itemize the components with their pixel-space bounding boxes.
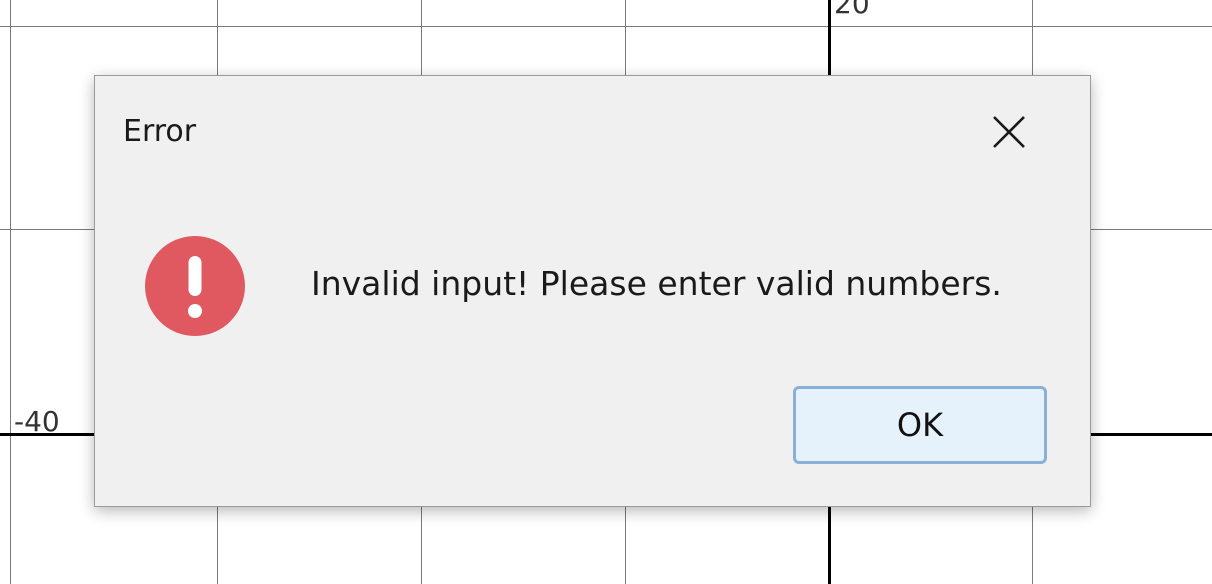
grid-line	[10, 0, 11, 584]
close-button[interactable]	[969, 92, 1049, 172]
ok-button-label: OK	[896, 406, 944, 444]
error-message: Invalid input! Please enter valid number…	[311, 264, 1002, 303]
x-tick-label: -40	[14, 405, 60, 438]
grid-line	[0, 26, 1212, 27]
error-exclamation-icon	[145, 236, 245, 336]
y-tick-label: 20	[834, 0, 870, 20]
close-icon	[993, 116, 1025, 148]
ok-button[interactable]: OK	[793, 386, 1047, 464]
error-dialog: Error Invalid input! Please enter valid …	[94, 75, 1091, 507]
dialog-title: Error	[123, 114, 197, 149]
